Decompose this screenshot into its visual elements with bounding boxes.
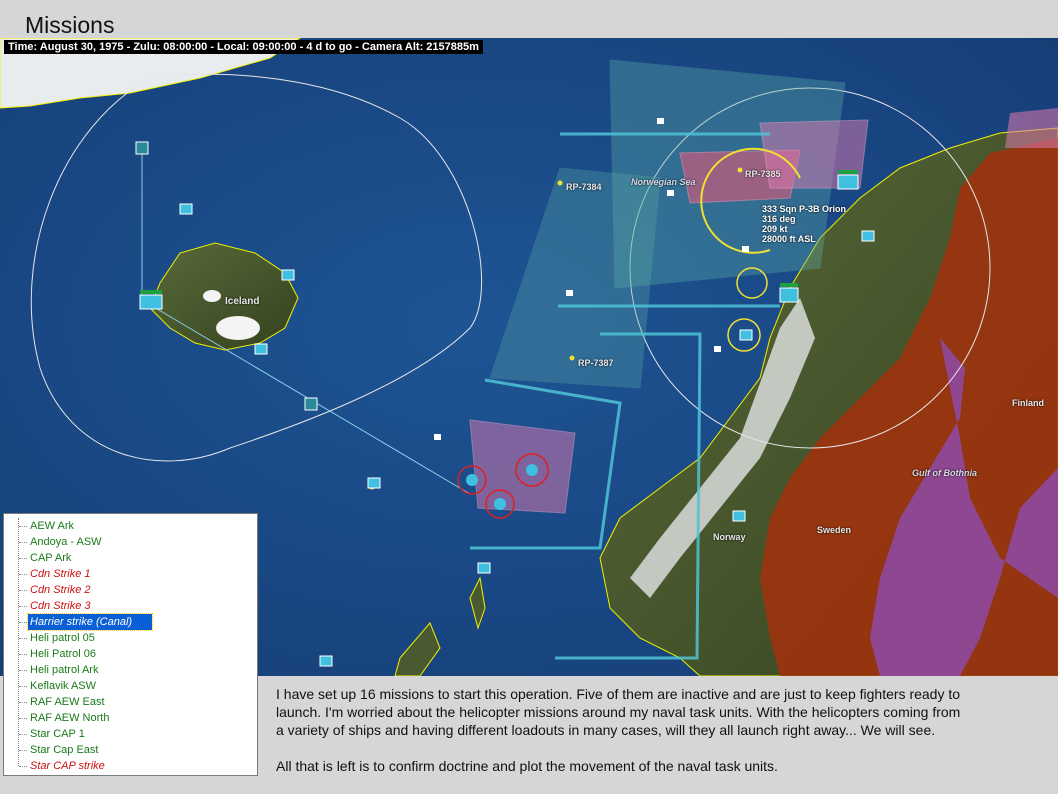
waypoint-icon-2[interactable] bbox=[304, 397, 318, 411]
mission-item-label: Keflavik ASW bbox=[30, 680, 97, 692]
map-label-finland: Finland bbox=[1012, 398, 1044, 408]
mission-item-label: RAF AEW East bbox=[30, 696, 105, 708]
mission-item[interactable]: Heli Patrol 06 bbox=[4, 646, 257, 662]
mission-item-label: Harrier strike (Canal) bbox=[27, 613, 153, 631]
page-title: Missions bbox=[25, 12, 115, 38]
ship-icon-4[interactable] bbox=[367, 477, 381, 489]
mission-item-label: Star Cap East bbox=[30, 744, 99, 756]
airbase-icon-keflavik[interactable] bbox=[139, 290, 163, 310]
mission-item-label: Star CAP 1 bbox=[30, 728, 85, 740]
mission-item[interactable]: Harrier strike (Canal) bbox=[4, 613, 257, 631]
caption-text: I have set up 16 missions to start this … bbox=[276, 685, 966, 793]
unit-callout-p3-orion[interactable]: 333 Sqn P-3B Orion 316 deg 209 kt 28000 … bbox=[762, 204, 846, 244]
mission-item-label: Heli patrol 05 bbox=[30, 632, 95, 644]
lock-icon-3 bbox=[714, 346, 721, 352]
lock-icon-5 bbox=[742, 246, 749, 252]
mission-item-label: AEW Ark bbox=[30, 520, 75, 532]
mission-item[interactable]: CAP Ark bbox=[4, 550, 257, 566]
ship-icon-6[interactable] bbox=[477, 562, 491, 574]
mission-item[interactable]: Heli patrol Ark bbox=[4, 662, 257, 678]
mission-item[interactable]: Cdn Strike 1 bbox=[4, 566, 257, 582]
ship-icon-1[interactable] bbox=[179, 203, 193, 215]
iceland-glacier-small bbox=[203, 290, 221, 302]
ship-icon-5[interactable] bbox=[732, 510, 746, 522]
map-label-norway: Norway bbox=[713, 532, 746, 542]
caption-paragraph-2: All that is left is to confirm doctrine … bbox=[276, 758, 778, 774]
mission-item[interactable]: Star Cap East bbox=[4, 742, 257, 758]
mission-item-label: CAP Ark bbox=[30, 552, 72, 564]
airbase-icon-bodo[interactable] bbox=[837, 170, 859, 190]
mission-item[interactable]: Star CAP strike bbox=[4, 758, 257, 774]
airbase-icon-andoya[interactable] bbox=[779, 283, 799, 303]
unit-callout-altitude: 28000 ft ASL bbox=[762, 234, 816, 244]
caption-paragraph-1: I have set up 16 missions to start this … bbox=[276, 686, 961, 738]
mission-item-label: Heli patrol Ark bbox=[30, 664, 99, 676]
mission-item-label: Cdn Strike 2 bbox=[30, 584, 91, 596]
status-bar: Time: August 30, 1975 - Zulu: 08:00:00 -… bbox=[4, 40, 483, 54]
lock-icon-4 bbox=[434, 434, 441, 440]
map-label-sweden: Sweden bbox=[817, 525, 852, 535]
mission-item[interactable]: Cdn Strike 2 bbox=[4, 582, 257, 598]
unit-callout-speed: 209 kt bbox=[762, 224, 788, 234]
ship-icon-2[interactable] bbox=[281, 269, 295, 281]
mission-item[interactable]: Cdn Strike 3 bbox=[4, 598, 257, 614]
mission-item-label: Andoya - ASW bbox=[30, 536, 102, 548]
map-label-rp-7387[interactable]: RP-7387 bbox=[578, 358, 614, 368]
rp7387-marker[interactable] bbox=[569, 355, 575, 361]
mission-item[interactable]: RAF AEW East bbox=[4, 694, 257, 710]
mission-item-label: Cdn Strike 3 bbox=[30, 600, 91, 612]
map-label-norwegian-sea: Norwegian Sea bbox=[631, 177, 696, 187]
strike-zone-carrier[interactable] bbox=[469, 419, 576, 514]
map-label-rp-7384[interactable]: RP-7384 bbox=[566, 182, 602, 192]
mission-item-label: Star CAP strike bbox=[30, 760, 105, 772]
lock-icon-1 bbox=[657, 118, 664, 124]
strike-zone-edge[interactable] bbox=[1005, 108, 1058, 148]
ship-icon-3[interactable] bbox=[254, 343, 268, 355]
lock-icon-6 bbox=[667, 190, 674, 196]
iceland-glacier bbox=[216, 316, 260, 340]
mission-list-panel[interactable]: AEW Ark Andoya - ASW CAP Ark Cdn Strike 1 Cd… bbox=[3, 513, 258, 776]
rp7384-marker[interactable] bbox=[557, 180, 563, 186]
mission-item[interactable]: Keflavik ASW bbox=[4, 678, 257, 694]
mission-item-label: Heli Patrol 06 bbox=[30, 648, 97, 660]
waypoint-icon-1[interactable] bbox=[135, 141, 149, 155]
mission-item[interactable]: AEW Ark bbox=[4, 518, 257, 534]
mission-item[interactable]: Andoya - ASW bbox=[4, 534, 257, 550]
mission-item[interactable]: Heli patrol 05 bbox=[4, 630, 257, 646]
mission-item-label: RAF AEW North bbox=[30, 712, 110, 724]
mission-item[interactable]: Star CAP 1 bbox=[4, 726, 257, 742]
rp7385-marker[interactable] bbox=[737, 167, 743, 173]
ship-icon-9[interactable] bbox=[739, 329, 753, 341]
map-label-gulf-of-bothnia: Gulf of Bothnia bbox=[912, 468, 977, 478]
ship-icon-7[interactable] bbox=[319, 655, 333, 667]
ship-icon-8[interactable] bbox=[861, 230, 875, 242]
mission-tree[interactable]: AEW Ark Andoya - ASW CAP Ark Cdn Strike 1 Cd… bbox=[4, 518, 257, 774]
map-label-rp-7385[interactable]: RP-7385 bbox=[745, 169, 781, 179]
unit-callout-heading: 316 deg bbox=[762, 214, 796, 224]
map-label-iceland: Iceland bbox=[225, 296, 260, 307]
mission-item-label: Cdn Strike 1 bbox=[30, 568, 91, 580]
mission-item[interactable]: RAF AEW North bbox=[4, 710, 257, 726]
lock-icon-2 bbox=[566, 290, 573, 296]
unit-callout-name: 333 Sqn P-3B Orion bbox=[762, 204, 847, 214]
